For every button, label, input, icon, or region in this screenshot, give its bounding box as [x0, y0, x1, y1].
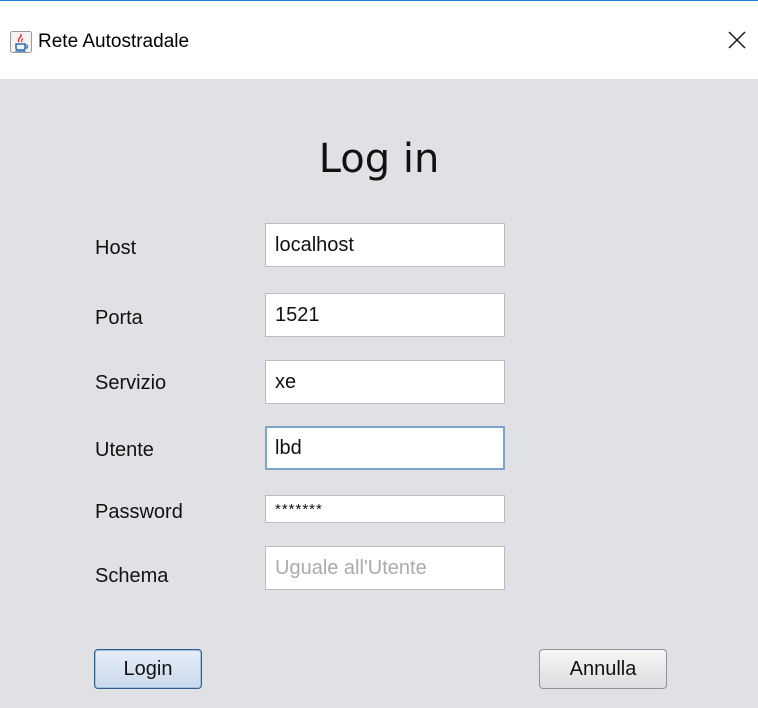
password-label: Password	[95, 501, 183, 523]
page-title: Log in	[318, 136, 440, 182]
utente-field[interactable]	[265, 426, 505, 470]
java-cup-icon	[10, 31, 32, 53]
porta-label: Porta	[95, 307, 143, 329]
password-field[interactable]	[265, 495, 505, 523]
close-button[interactable]	[716, 23, 758, 61]
servizio-label: Servizio	[95, 372, 167, 394]
host-label: Host	[95, 237, 137, 259]
login-button[interactable]: Login	[94, 649, 202, 689]
porta-field[interactable]	[265, 293, 505, 337]
login-panel: Log in Host Porta Servizio Utente Passwo…	[0, 79, 758, 708]
utente-label: Utente	[95, 439, 154, 461]
schema-label: Schema	[95, 565, 169, 587]
login-window: Rete Autostradale Log in Host Porta Serv…	[0, 0, 758, 708]
schema-field[interactable]	[265, 546, 505, 590]
servizio-field[interactable]	[265, 360, 505, 404]
host-field[interactable]	[265, 223, 505, 267]
close-icon	[728, 31, 746, 54]
title-bar[interactable]: Rete Autostradale	[0, 1, 758, 79]
window-title: Rete Autostradale	[38, 31, 190, 52]
cancel-button[interactable]: Annulla	[539, 649, 667, 689]
